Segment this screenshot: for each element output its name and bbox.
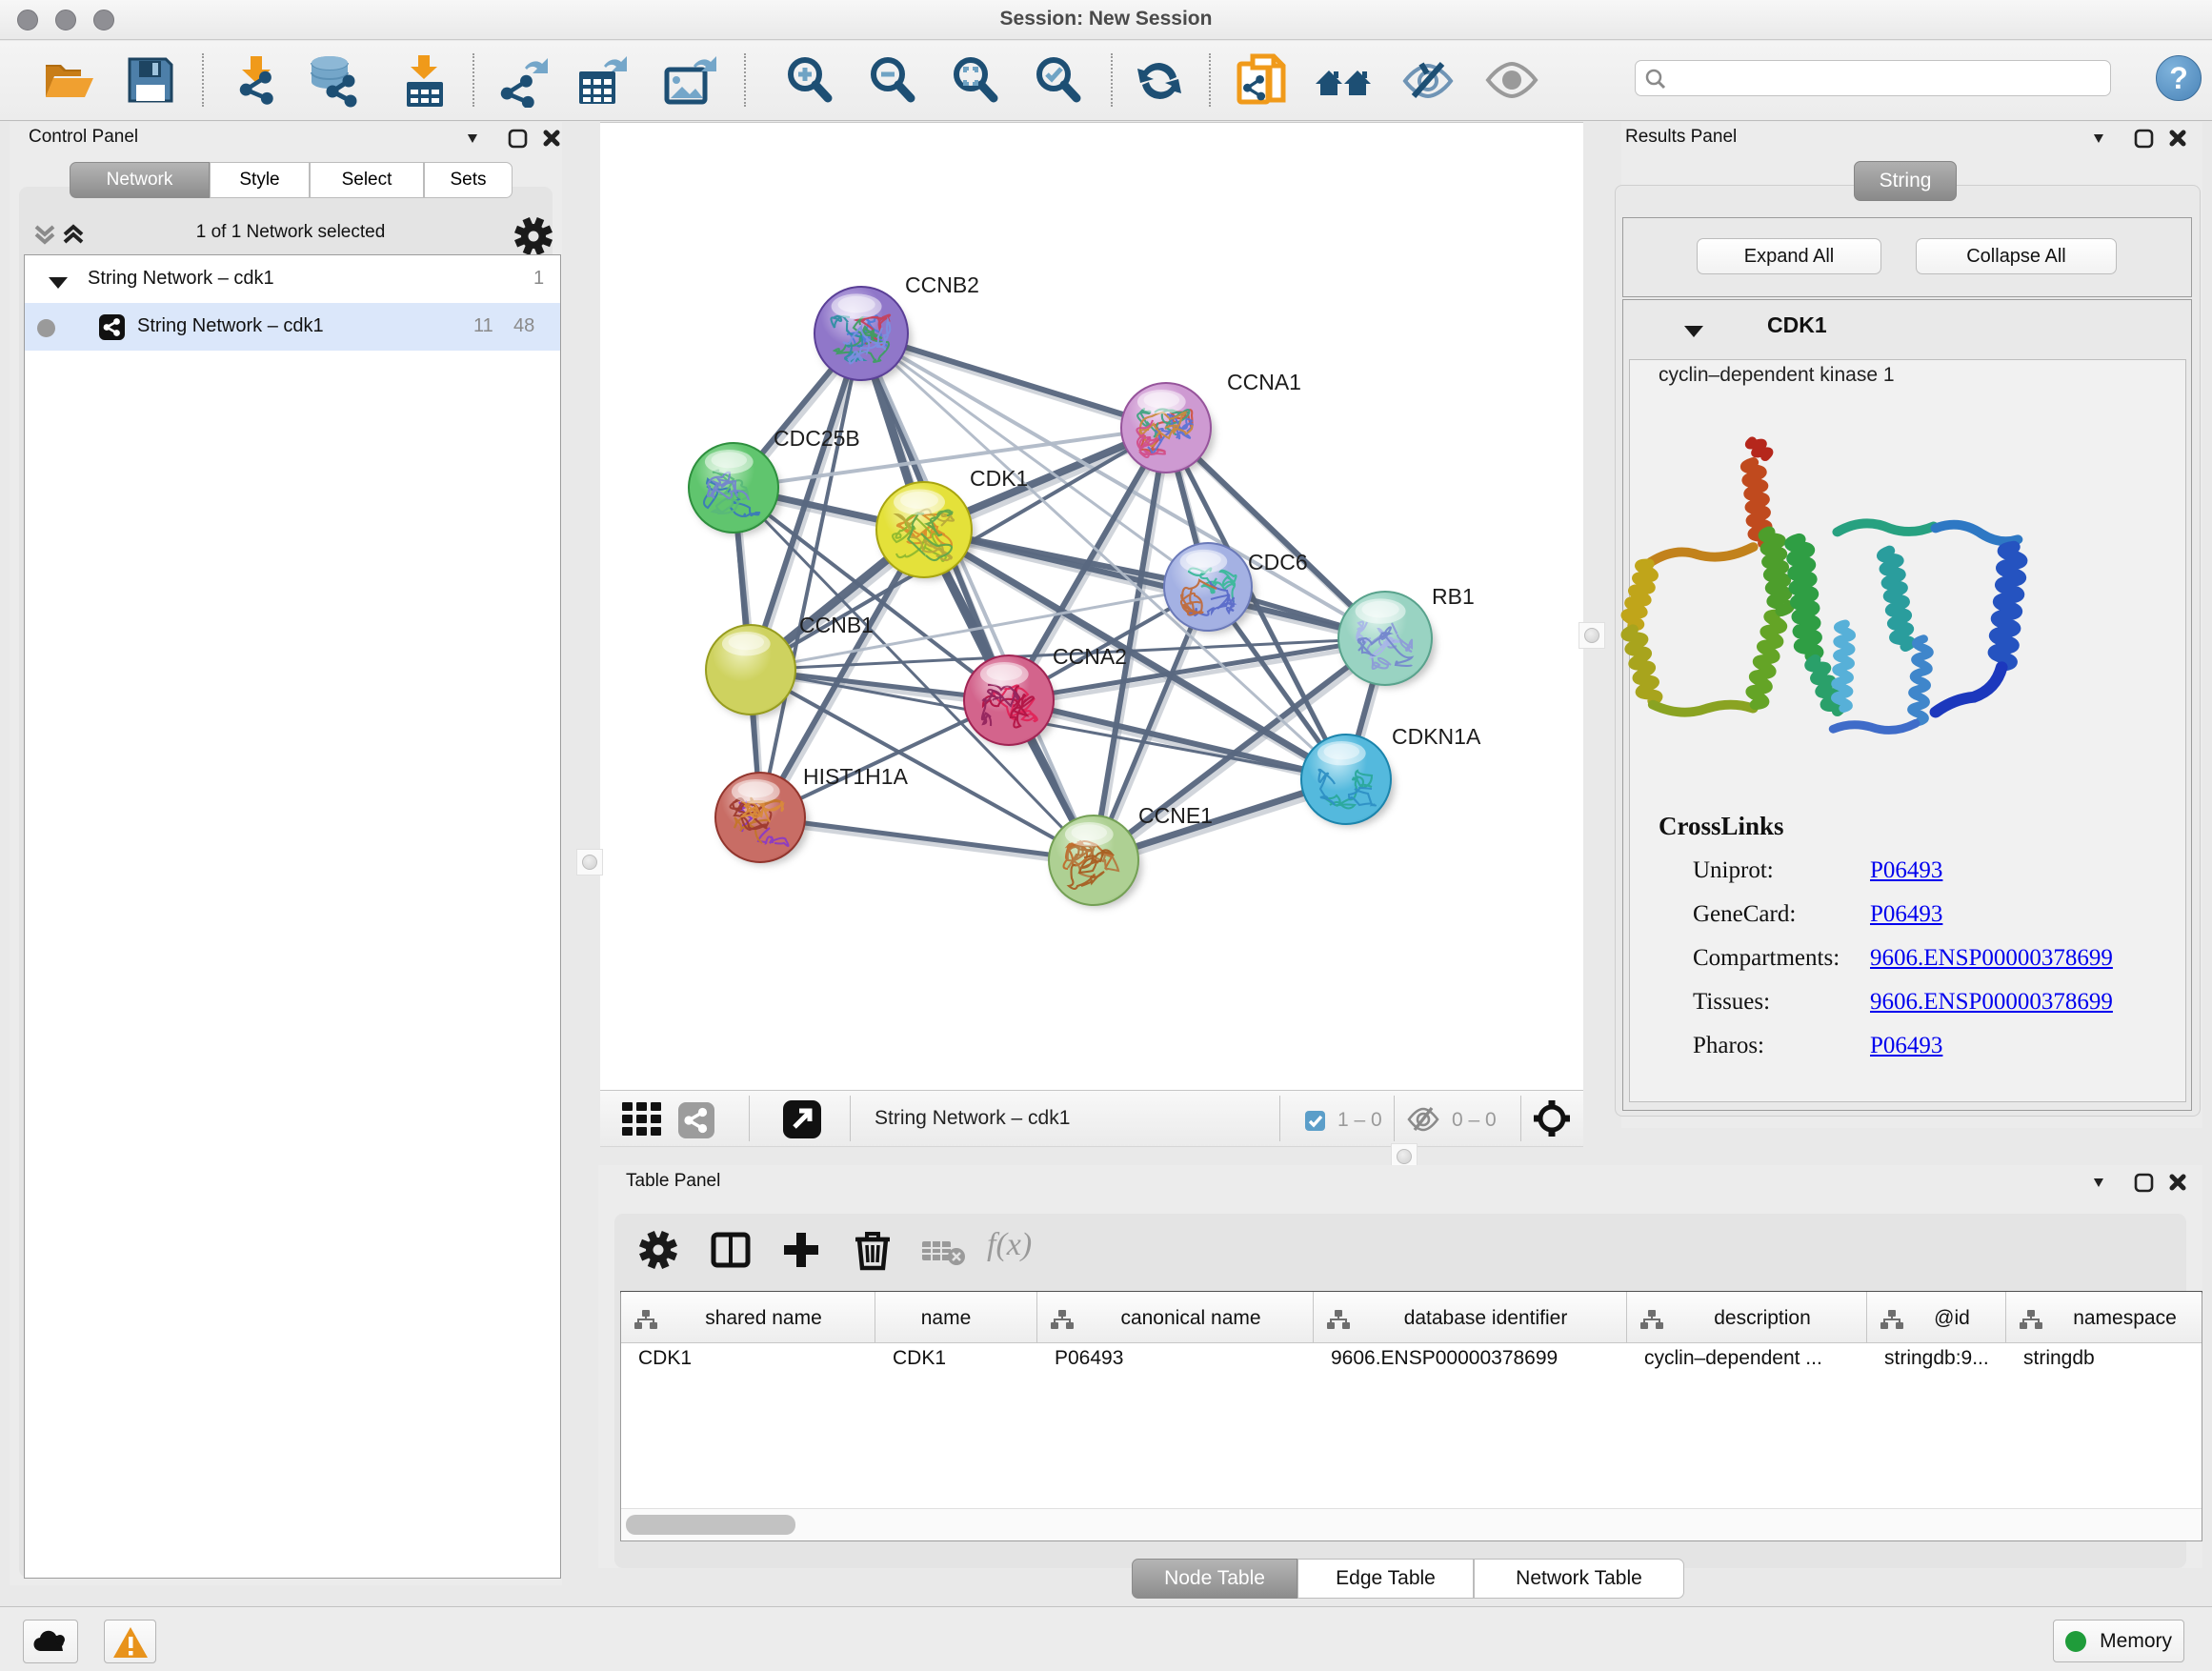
svg-text:CCNB1: CCNB1	[799, 613, 874, 637]
svg-text:CCNE1: CCNE1	[1138, 803, 1213, 828]
svg-text:CDC6: CDC6	[1248, 550, 1308, 574]
svg-text:CCNB2: CCNB2	[905, 272, 979, 297]
svg-text:CDC25B: CDC25B	[774, 426, 860, 451]
svg-text:CDKN1A: CDKN1A	[1392, 724, 1481, 749]
svg-text:HIST1H1A: HIST1H1A	[803, 764, 909, 789]
svg-text:CDK1: CDK1	[970, 466, 1028, 491]
svg-text:CCNA1: CCNA1	[1227, 370, 1301, 394]
svg-text:RB1: RB1	[1432, 584, 1475, 609]
svg-text:CCNA2: CCNA2	[1053, 644, 1127, 669]
